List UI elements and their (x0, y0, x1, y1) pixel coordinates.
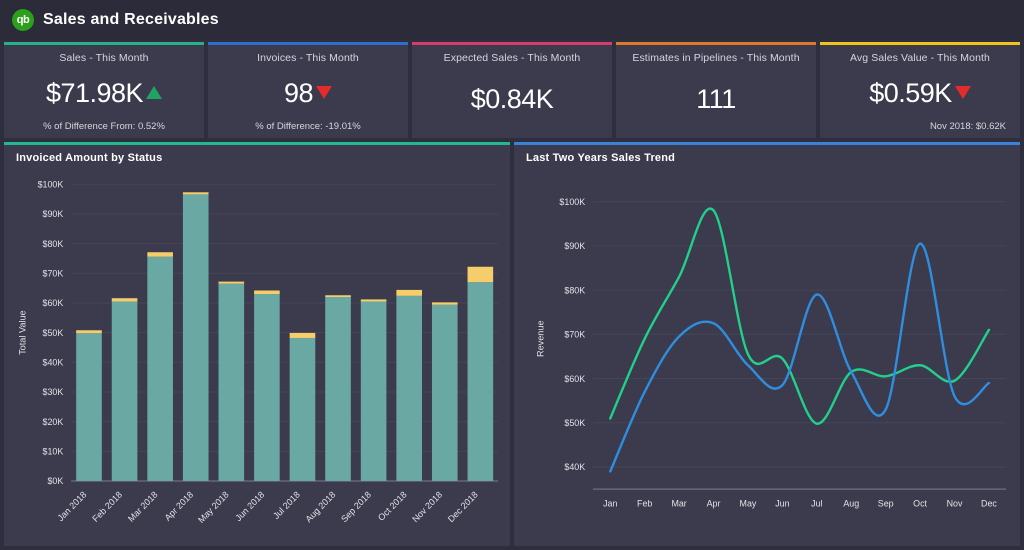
svg-text:Jan: Jan (603, 498, 617, 508)
dashboard-root: qb Sales and Receivables Sales - This Mo… (0, 0, 1024, 550)
bar-chart-canvas[interactable]: $0K $10K $20K $30K $40K $50K $60K $70K $80K $90K $… (4, 166, 510, 546)
svg-text:$30K: $30K (43, 387, 64, 397)
kpi-value-wrap: $0.59K (869, 66, 971, 121)
panel-accent-bar (514, 142, 1020, 145)
kpi-label: Avg Sales Value - This Month (850, 52, 990, 64)
svg-text:Oct: Oct (913, 498, 927, 508)
kpi-subtext: % of Difference: -19.01% (255, 121, 360, 138)
line-chart[interactable]: $40K $50K $60K $70K $80K $90K $100K Revenue Jan F… (514, 166, 1020, 546)
svg-text:Aug: Aug (843, 498, 859, 508)
svg-text:Feb: Feb (637, 498, 652, 508)
logo-text: qb (17, 14, 29, 26)
kpi-card-avg-sales-value[interactable]: Avg Sales Value - This Month $0.59K Nov … (820, 42, 1020, 138)
panel-accent-bar (4, 142, 510, 145)
svg-text:$20K: $20K (43, 417, 64, 427)
kpi-label: Sales - This Month (59, 52, 148, 64)
svg-text:$40K: $40K (43, 357, 64, 367)
panel-last-two-years-sales-trend: Last Two Years Sales Trend $40K$50K$60K$… (514, 142, 1020, 546)
kpi-value: $0.59K (869, 80, 952, 107)
svg-text:Aug 2018: Aug 2018 (304, 489, 338, 524)
kpi-value: 98 (284, 80, 313, 107)
kpi-value-wrap: 111 (696, 66, 736, 132)
svg-text:Jun 2018: Jun 2018 (233, 489, 266, 523)
svg-text:$70K: $70K (43, 268, 64, 278)
kpi-row: Sales - This Month $71.98K % of Differen… (0, 40, 1024, 138)
svg-text:Feb 2018: Feb 2018 (90, 489, 124, 523)
app-header: qb Sales and Receivables (0, 0, 1024, 40)
trend-up-icon (146, 86, 162, 99)
kpi-value: 111 (696, 86, 736, 113)
kpi-card-sales[interactable]: Sales - This Month $71.98K % of Differen… (4, 42, 204, 138)
svg-text:$90K: $90K (564, 241, 585, 251)
svg-text:Sep 2018: Sep 2018 (339, 489, 373, 524)
svg-text:$80K: $80K (43, 239, 64, 249)
svg-text:$100K: $100K (38, 179, 64, 189)
bar-chart[interactable]: $0K $10K $20K $30K $40K $50K $60K $70K $80K $90K $… (4, 166, 510, 546)
svg-text:$0K: $0K (47, 476, 63, 486)
svg-text:$50K: $50K (43, 328, 64, 338)
kpi-value: $71.98K (46, 80, 143, 107)
kpi-label: Expected Sales - This Month (444, 52, 581, 64)
svg-text:Apr: Apr (707, 498, 721, 508)
kpi-accent-bar (820, 42, 1020, 45)
svg-text:Nov 2018: Nov 2018 (410, 489, 444, 524)
page-title: Sales and Receivables (43, 11, 219, 29)
kpi-card-expected-sales[interactable]: Expected Sales - This Month $0.84K (412, 42, 612, 138)
kpi-value-wrap: $0.84K (471, 66, 554, 132)
kpi-subtext: % of Difference From: 0.52% (43, 121, 165, 138)
kpi-accent-bar (208, 42, 408, 45)
svg-text:$70K: $70K (564, 329, 585, 339)
svg-text:$40K: $40K (564, 462, 585, 472)
svg-text:Jan 2018: Jan 2018 (56, 489, 89, 523)
svg-text:$10K: $10K (43, 446, 64, 456)
kpi-accent-bar (616, 42, 816, 45)
svg-text:$90K: $90K (43, 209, 64, 219)
svg-text:Dec 2018: Dec 2018 (446, 489, 480, 524)
svg-text:Mar: Mar (671, 498, 686, 508)
panel-title: Invoiced Amount by Status (4, 142, 510, 164)
panels-row: Invoiced Amount by Status $0K $10K $20K $30… (0, 138, 1024, 550)
svg-text:$60K: $60K (43, 298, 64, 308)
svg-text:$100K: $100K (559, 197, 585, 207)
kpi-card-estimates-pipeline[interactable]: Estimates in Pipelines - This Month 111 (616, 42, 816, 138)
svg-text:Oct 2018: Oct 2018 (376, 489, 408, 522)
svg-text:May: May (740, 498, 757, 508)
quickbooks-logo-icon: qb (12, 9, 34, 31)
kpi-value-wrap: 98 (284, 66, 332, 121)
line-chart-canvas[interactable]: $40K $50K $60K $70K $80K $90K $100K Revenue Jan F… (514, 166, 1020, 546)
kpi-label: Invoices - This Month (257, 52, 359, 64)
svg-text:Jun: Jun (775, 498, 789, 508)
svg-text:Dec: Dec (981, 498, 997, 508)
kpi-label: Estimates in Pipelines - This Month (632, 52, 799, 64)
svg-text:$60K: $60K (564, 374, 585, 384)
svg-text:Sep: Sep (878, 498, 894, 508)
svg-text:Revenue: Revenue (536, 320, 546, 357)
kpi-value-wrap: $71.98K (46, 66, 162, 121)
kpi-subtext: Nov 2018: $0.62K (930, 121, 1020, 138)
svg-text:Mar 2018: Mar 2018 (126, 489, 160, 523)
svg-text:May 2018: May 2018 (196, 489, 231, 525)
kpi-accent-bar (4, 42, 204, 45)
trend-down-icon (316, 86, 332, 99)
svg-text:$80K: $80K (564, 285, 585, 295)
panel-title: Last Two Years Sales Trend (514, 142, 1020, 164)
trend-down-icon (955, 86, 971, 99)
panel-invoiced-amount-by-status: Invoiced Amount by Status $0K $10K $20K $30… (4, 142, 510, 546)
svg-text:Apr 2018: Apr 2018 (163, 489, 195, 522)
svg-text:Jul: Jul (811, 498, 822, 508)
kpi-value: $0.84K (471, 86, 554, 113)
svg-text:$50K: $50K (564, 418, 585, 428)
svg-text:Jul 2018: Jul 2018 (271, 489, 302, 521)
svg-text:Total Value: Total Value (18, 310, 28, 355)
kpi-card-invoices[interactable]: Invoices - This Month 98 % of Difference… (208, 42, 408, 138)
kpi-accent-bar (412, 42, 612, 45)
svg-text:Nov: Nov (947, 498, 963, 508)
